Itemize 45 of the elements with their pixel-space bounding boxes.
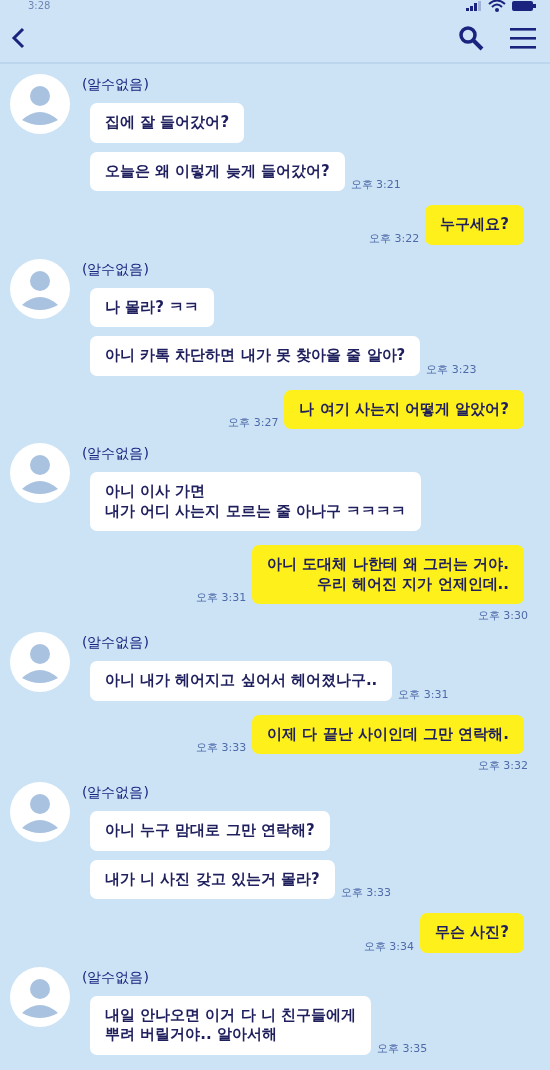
message-time: 오후 3:34 <box>362 940 416 953</box>
avatar-icon <box>10 443 70 503</box>
message-bubble: 누구세요? <box>425 205 524 245</box>
message-bubble: 내일 안나오면 이거 다 니 친구들에게 뿌려 버릴거야.. 알아서해 <box>90 995 372 1055</box>
signal-icon <box>466 1 482 11</box>
message-time: 오후 3:35 <box>376 1042 429 1055</box>
message-bubble: 아니 내가 헤어지고 싶어서 헤어졌나구.. <box>90 661 393 701</box>
search-icon[interactable] <box>458 25 484 51</box>
message-bubble: 집에 잘 들어갔어? <box>90 103 245 143</box>
sender-name: (알수없음) <box>82 260 149 279</box>
avatar-icon <box>10 74 70 134</box>
message-time: 오후 3:27 <box>227 417 280 429</box>
message-bubble: 이제 다 끝난 사이인데 그만 연락해. <box>252 714 524 754</box>
avatar-icon <box>10 782 70 842</box>
sender-name: (알수없음) <box>82 634 149 652</box>
message-time: 오후 3:31 <box>195 592 248 604</box>
status-time: 3:28 <box>28 0 51 12</box>
message-bubble: 아니 도대체 나한테 왜 그러는 거야. 우리 헤어진 지가 언제인데.. <box>252 545 524 604</box>
message-bubble: 아니 누구 맘대로 그만 연락해? <box>90 811 330 851</box>
message-time: 오후 3:32 <box>476 760 529 772</box>
message-time: 오후 3:23 <box>425 363 478 376</box>
avatar-icon <box>10 966 70 1027</box>
message-bubble: 아니 카톡 차단하면 내가 못 찾아올 줄 알아? <box>90 336 421 376</box>
message-bubble: 나 여기 사는지 어떻게 알았어? <box>284 389 524 429</box>
sender-name: (알수없음) <box>82 968 149 987</box>
avatar-icon <box>10 632 70 692</box>
menu-icon[interactable] <box>510 27 536 49</box>
message-bubble: 나 몰라? ㅋㅋ <box>90 287 215 327</box>
message-time: 오후 3:22 <box>368 232 421 245</box>
avatar-icon <box>10 258 70 319</box>
message-time: 오후 3:30 <box>476 610 529 622</box>
sender-name: (알수없음) <box>82 445 149 463</box>
message-time: 오후 3:21 <box>349 179 402 191</box>
message-bubble: 내가 니 사진 갖고 있는거 몰라? <box>90 859 335 899</box>
sender-name: (알수없음) <box>82 784 149 802</box>
message-bubble: 오늘은 왜 이렇게 늦게 들어갔어? <box>90 151 345 191</box>
back-icon[interactable] <box>10 27 26 49</box>
message-time: 오후 3:31 <box>397 688 450 701</box>
message-bubble: 아니 이사 가면 내가 어디 사는지 모르는 줄 아나구 ㅋㅋㅋㅋ <box>90 472 422 531</box>
message-time: 오후 3:33 <box>195 742 248 754</box>
wifi-icon <box>488 0 506 12</box>
message-bubble: 무슨 사진? <box>420 913 524 953</box>
sender-name: (알수없음) <box>82 76 149 94</box>
message-time: 오후 3:33 <box>339 887 392 899</box>
battery-icon <box>512 1 536 11</box>
